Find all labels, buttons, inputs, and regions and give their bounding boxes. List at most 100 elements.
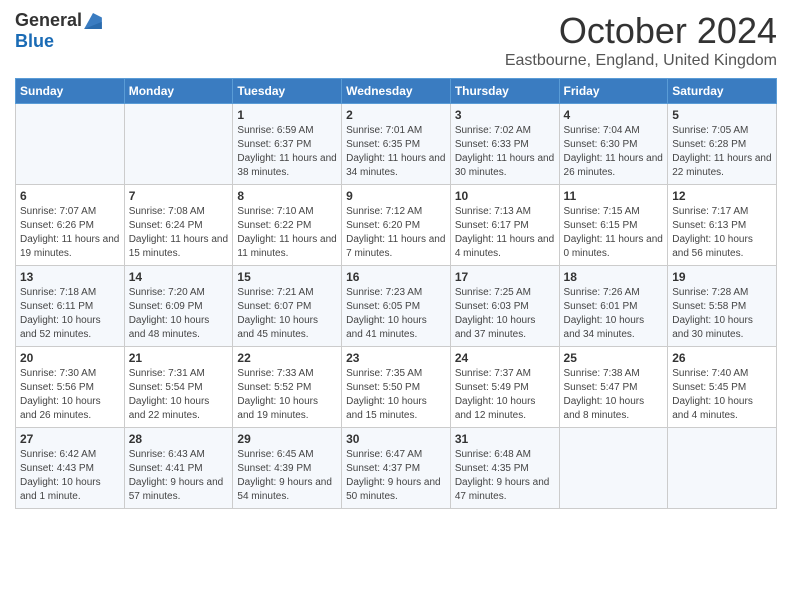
calendar-cell (668, 428, 777, 509)
cell-content: Sunrise: 7:38 AM Sunset: 5:47 PM Dayligh… (564, 367, 664, 423)
cell-content: Sunrise: 7:15 AM Sunset: 6:15 PM Dayligh… (564, 205, 664, 261)
calendar-week-2: 6 Sunrise: 7:07 AM Sunset: 6:26 PM Daylig… (16, 185, 777, 266)
cell-content: Sunrise: 7:02 AM Sunset: 6:33 PM Dayligh… (455, 124, 555, 180)
cell-content: Sunrise: 7:08 AM Sunset: 6:24 PM Dayligh… (129, 205, 229, 261)
day-number: 12 (672, 189, 772, 203)
day-number: 1 (237, 108, 337, 122)
cell-content: Sunrise: 7:07 AM Sunset: 6:26 PM Dayligh… (20, 205, 120, 261)
calendar-cell: 18 Sunrise: 7:26 AM Sunset: 6:01 PM Dayli… (559, 266, 668, 347)
calendar-week-5: 27Sunrise: 6:42 AM Sunset: 4:43 PM Dayli… (16, 428, 777, 509)
cell-content: Sunrise: 7:28 AM Sunset: 5:58 PM Dayligh… (672, 286, 772, 342)
col-header-thursday: Thursday (450, 79, 559, 104)
calendar-cell: 12Sunrise: 7:17 AM Sunset: 6:13 PM Dayli… (668, 185, 777, 266)
calendar-cell: 28 Sunrise: 6:43 AM Sunset: 4:41 PM Dayli… (124, 428, 233, 509)
calendar-table: SundayMondayTuesdayWednesdayThursdayFrid… (15, 78, 777, 509)
cell-content: Sunrise: 7:30 AM Sunset: 5:56 PM Dayligh… (20, 367, 120, 423)
day-number: 14 (129, 270, 229, 284)
calendar-cell: 2 Sunrise: 7:01 AM Sunset: 6:35 PM Daylig… (342, 104, 451, 185)
cell-content: Sunrise: 7:21 AM Sunset: 6:07 PM Dayligh… (237, 286, 337, 342)
calendar-cell: 1 Sunrise: 6:59 AM Sunset: 6:37 PM Daylig… (233, 104, 342, 185)
calendar-cell: 30 Sunrise: 6:47 AM Sunset: 4:37 PM Dayli… (342, 428, 451, 509)
calendar-cell: 27Sunrise: 6:42 AM Sunset: 4:43 PM Dayli… (16, 428, 125, 509)
day-number: 28 (129, 432, 229, 446)
cell-content: Sunrise: 7:37 AM Sunset: 5:49 PM Dayligh… (455, 367, 555, 423)
day-number: 4 (564, 108, 664, 122)
cell-content: Sunrise: 7:20 AM Sunset: 6:09 PM Dayligh… (129, 286, 229, 342)
calendar-cell: 4 Sunrise: 7:04 AM Sunset: 6:30 PM Daylig… (559, 104, 668, 185)
cell-content: Sunrise: 6:59 AM Sunset: 6:37 PM Dayligh… (237, 124, 337, 180)
day-number: 30 (346, 432, 446, 446)
cell-content: Sunrise: 7:18 AM Sunset: 6:11 PM Dayligh… (20, 286, 120, 342)
logo: General Blue (15, 10, 102, 52)
day-number: 21 (129, 351, 229, 365)
day-number: 17 (455, 270, 555, 284)
calendar-week-3: 13 Sunrise: 7:18 AM Sunset: 6:11 PM Dayli… (16, 266, 777, 347)
calendar-cell (124, 104, 233, 185)
logo-blue-text: Blue (15, 31, 54, 52)
calendar-cell: 24 Sunrise: 7:37 AM Sunset: 5:49 PM Dayli… (450, 347, 559, 428)
calendar-cell: 21Sunrise: 7:31 AM Sunset: 5:54 PM Dayli… (124, 347, 233, 428)
cell-content: Sunrise: 7:05 AM Sunset: 6:28 PM Dayligh… (672, 124, 772, 180)
calendar-cell: 17Sunrise: 7:25 AM Sunset: 6:03 PM Dayli… (450, 266, 559, 347)
day-number: 24 (455, 351, 555, 365)
calendar-week-4: 20Sunrise: 7:30 AM Sunset: 5:56 PM Dayli… (16, 347, 777, 428)
cell-content: Sunrise: 6:43 AM Sunset: 4:41 PM Dayligh… (129, 448, 229, 504)
month-title: October 2024 (505, 10, 777, 52)
day-number: 6 (20, 189, 120, 203)
calendar-cell: 6 Sunrise: 7:07 AM Sunset: 6:26 PM Daylig… (16, 185, 125, 266)
calendar-header-row: SundayMondayTuesdayWednesdayThursdayFrid… (16, 79, 777, 104)
cell-content: Sunrise: 7:12 AM Sunset: 6:20 PM Dayligh… (346, 205, 446, 261)
cell-content: Sunrise: 6:45 AM Sunset: 4:39 PM Dayligh… (237, 448, 337, 504)
calendar-cell: 7Sunrise: 7:08 AM Sunset: 6:24 PM Daylig… (124, 185, 233, 266)
cell-content: Sunrise: 6:42 AM Sunset: 4:43 PM Dayligh… (20, 448, 120, 504)
calendar-cell: 10Sunrise: 7:13 AM Sunset: 6:17 PM Dayli… (450, 185, 559, 266)
calendar-cell: 20Sunrise: 7:30 AM Sunset: 5:56 PM Dayli… (16, 347, 125, 428)
cell-content: Sunrise: 6:48 AM Sunset: 4:35 PM Dayligh… (455, 448, 555, 504)
calendar-cell: 29 Sunrise: 6:45 AM Sunset: 4:39 PM Dayli… (233, 428, 342, 509)
calendar-cell: 11Sunrise: 7:15 AM Sunset: 6:15 PM Dayli… (559, 185, 668, 266)
calendar-cell: 9 Sunrise: 7:12 AM Sunset: 6:20 PM Daylig… (342, 185, 451, 266)
calendar-cell: 13 Sunrise: 7:18 AM Sunset: 6:11 PM Dayli… (16, 266, 125, 347)
calendar-cell: 14 Sunrise: 7:20 AM Sunset: 6:09 PM Dayli… (124, 266, 233, 347)
day-number: 31 (455, 432, 555, 446)
calendar-cell: 5 Sunrise: 7:05 AM Sunset: 6:28 PM Daylig… (668, 104, 777, 185)
col-header-friday: Friday (559, 79, 668, 104)
calendar-cell: 23Sunrise: 7:35 AM Sunset: 5:50 PM Dayli… (342, 347, 451, 428)
day-number: 8 (237, 189, 337, 203)
calendar-cell: 8Sunrise: 7:10 AM Sunset: 6:22 PM Daylig… (233, 185, 342, 266)
cell-content: Sunrise: 7:33 AM Sunset: 5:52 PM Dayligh… (237, 367, 337, 423)
day-number: 29 (237, 432, 337, 446)
day-number: 13 (20, 270, 120, 284)
day-number: 22 (237, 351, 337, 365)
calendar-cell (559, 428, 668, 509)
day-number: 3 (455, 108, 555, 122)
col-header-tuesday: Tuesday (233, 79, 342, 104)
calendar-cell: 19Sunrise: 7:28 AM Sunset: 5:58 PM Dayli… (668, 266, 777, 347)
cell-content: Sunrise: 6:47 AM Sunset: 4:37 PM Dayligh… (346, 448, 446, 504)
calendar-cell: 22 Sunrise: 7:33 AM Sunset: 5:52 PM Dayli… (233, 347, 342, 428)
day-number: 18 (564, 270, 664, 284)
calendar-cell: 31 Sunrise: 6:48 AM Sunset: 4:35 PM Dayli… (450, 428, 559, 509)
calendar-cell: 25 Sunrise: 7:38 AM Sunset: 5:47 PM Dayli… (559, 347, 668, 428)
day-number: 15 (237, 270, 337, 284)
logo-icon (84, 13, 102, 29)
calendar-cell: 3 Sunrise: 7:02 AM Sunset: 6:33 PM Daylig… (450, 104, 559, 185)
col-header-sunday: Sunday (16, 79, 125, 104)
cell-content: Sunrise: 7:26 AM Sunset: 6:01 PM Dayligh… (564, 286, 664, 342)
cell-content: Sunrise: 7:01 AM Sunset: 6:35 PM Dayligh… (346, 124, 446, 180)
day-number: 25 (564, 351, 664, 365)
logo-general-text: General (15, 10, 82, 31)
cell-content: Sunrise: 7:04 AM Sunset: 6:30 PM Dayligh… (564, 124, 664, 180)
cell-content: Sunrise: 7:40 AM Sunset: 5:45 PM Dayligh… (672, 367, 772, 423)
day-number: 9 (346, 189, 446, 203)
calendar-week-1: 1 Sunrise: 6:59 AM Sunset: 6:37 PM Daylig… (16, 104, 777, 185)
page-header: General Blue October 2024 Eastbourne, En… (15, 10, 777, 70)
col-header-saturday: Saturday (668, 79, 777, 104)
cell-content: Sunrise: 7:23 AM Sunset: 6:05 PM Dayligh… (346, 286, 446, 342)
day-number: 5 (672, 108, 772, 122)
calendar-cell: 15 Sunrise: 7:21 AM Sunset: 6:07 PM Dayli… (233, 266, 342, 347)
day-number: 26 (672, 351, 772, 365)
day-number: 2 (346, 108, 446, 122)
col-header-wednesday: Wednesday (342, 79, 451, 104)
day-number: 16 (346, 270, 446, 284)
